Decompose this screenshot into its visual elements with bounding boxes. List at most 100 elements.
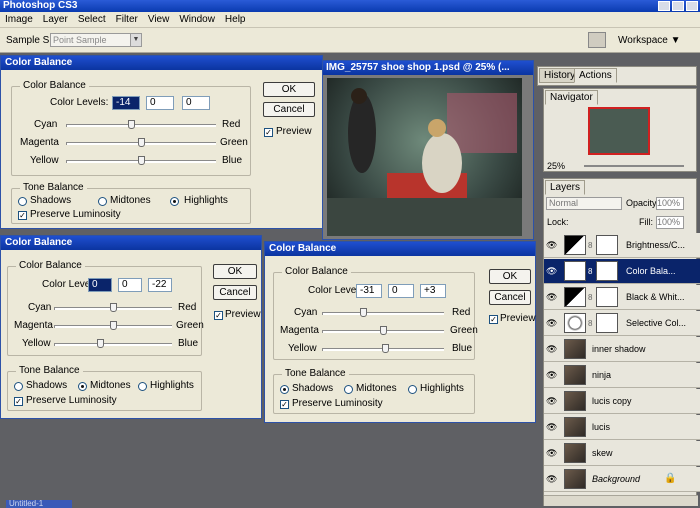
options-bar: Sample Size: Point Sample ▼ Workspace ▼ xyxy=(0,28,700,53)
color-level-yellow-blue[interactable]: -22 xyxy=(148,278,172,292)
chain-icon: 8 xyxy=(588,293,593,302)
midtones-label: Midtones xyxy=(356,383,397,394)
color-balance-dialog-shadows[interactable]: Color Balance Color Balance Color Levels… xyxy=(264,241,536,423)
cyan-red-slider-thumb[interactable] xyxy=(127,120,135,129)
midtones-radio[interactable] xyxy=(344,385,353,394)
yellow-blue-slider-track[interactable] xyxy=(54,343,172,346)
layer-row[interactable]: 👁 8 Selective Col... xyxy=(544,311,700,336)
eye-icon[interactable]: 👁 xyxy=(546,318,557,329)
tab-actions[interactable]: Actions xyxy=(574,68,617,83)
document-canvas[interactable] xyxy=(327,78,522,236)
preserve-luminosity-label: Preserve Luminosity xyxy=(292,398,383,409)
midtones-radio[interactable] xyxy=(78,382,87,391)
minimize-button[interactable] xyxy=(658,1,670,11)
blend-mode-select[interactable]: Normal xyxy=(546,197,622,210)
preview-checkbox[interactable]: ✓ xyxy=(264,128,273,137)
yellow-blue-slider-thumb[interactable] xyxy=(97,339,105,348)
eye-icon[interactable]: 👁 xyxy=(546,448,557,459)
menu-layer[interactable]: Layer xyxy=(38,14,73,25)
menu-window[interactable]: Window xyxy=(174,14,220,25)
layer-row[interactable]: 👁 skew xyxy=(544,441,700,466)
shadows-radio[interactable] xyxy=(14,382,23,391)
preserve-luminosity-checkbox[interactable]: ✓ xyxy=(18,211,27,220)
navigator-zoom-value[interactable]: 25% xyxy=(547,161,565,171)
shadows-radio[interactable] xyxy=(280,385,289,394)
shadows-radio[interactable] xyxy=(18,197,27,206)
midtones-radio[interactable] xyxy=(98,197,107,206)
color-level-cyan-red[interactable]: -31 xyxy=(356,284,382,298)
eye-icon[interactable]: 👁 xyxy=(546,292,557,303)
eye-icon[interactable]: 👁 xyxy=(546,370,557,381)
color-level-magenta-green[interactable]: 0 xyxy=(388,284,414,298)
eye-icon[interactable]: 👁 xyxy=(546,422,557,433)
workspace-button[interactable]: Workspace ▼ xyxy=(618,35,681,46)
layer-row[interactable]: 👁 inner shadow xyxy=(544,337,700,362)
layer-thumbnail xyxy=(564,287,586,307)
menu-select[interactable]: Select xyxy=(73,14,111,25)
eye-icon[interactable]: 👁 xyxy=(546,240,557,251)
close-button[interactable] xyxy=(686,1,698,11)
magenta-green-slider-thumb[interactable] xyxy=(380,326,387,335)
eye-icon[interactable]: 👁 xyxy=(546,266,557,277)
highlights-radio[interactable] xyxy=(138,382,147,391)
highlights-radio[interactable] xyxy=(170,197,179,206)
navigator-zoom-slider[interactable] xyxy=(584,165,684,167)
layer-row[interactable]: 👁 lucis xyxy=(544,415,700,440)
maximize-button[interactable] xyxy=(672,1,684,11)
preview-checkbox[interactable]: ✓ xyxy=(214,311,223,320)
highlights-radio[interactable] xyxy=(408,385,417,394)
eye-icon[interactable]: 👁 xyxy=(546,344,557,355)
menu-filter[interactable]: Filter xyxy=(111,14,143,25)
color-level-magenta-green[interactable]: 0 xyxy=(118,278,142,292)
color-level-cyan-red[interactable]: -14 xyxy=(112,96,140,110)
color-balance-dialog-highlights[interactable]: Color Balance Color Balance Color Levels… xyxy=(0,55,323,229)
layer-row[interactable]: 👁 Background 🔒 xyxy=(544,467,700,492)
cyan-red-slider-thumb[interactable] xyxy=(360,308,368,317)
cyan-red-slider-track[interactable] xyxy=(66,124,216,127)
cyan-red-slider-track[interactable] xyxy=(322,312,444,315)
cyan-red-slider-thumb[interactable] xyxy=(110,303,117,312)
tab-layers[interactable]: Layers xyxy=(545,180,586,195)
menu-help[interactable]: Help xyxy=(220,14,251,25)
magenta-green-slider-thumb[interactable] xyxy=(110,321,117,330)
ok-button[interactable]: OK xyxy=(489,269,531,284)
menu-image[interactable]: Image xyxy=(0,14,38,25)
layer-row[interactable]: 👁 8 Color Bala... xyxy=(544,259,700,284)
eye-icon[interactable]: 👁 xyxy=(546,474,557,485)
preserve-luminosity-checkbox[interactable]: ✓ xyxy=(280,400,289,409)
preview-checkbox[interactable]: ✓ xyxy=(489,315,498,324)
yellow-blue-slider-thumb[interactable] xyxy=(138,156,145,165)
ok-button[interactable]: OK xyxy=(263,82,315,97)
sample-size-select[interactable]: Point Sample ▼ xyxy=(50,33,142,47)
layer-row[interactable]: 👁 lucis copy xyxy=(544,389,700,414)
yellow-blue-slider-thumb[interactable] xyxy=(382,344,390,353)
color-level-cyan-red[interactable]: 0 xyxy=(88,278,112,292)
layers-footer xyxy=(544,495,698,506)
navigator-thumbnail[interactable] xyxy=(588,107,650,155)
layer-row[interactable]: 👁 8 Brightness/C... xyxy=(544,233,700,258)
color-balance-dialog-midtones[interactable]: Color Balance Color Balance Color Levels… xyxy=(0,235,262,419)
color-level-yellow-blue[interactable]: 0 xyxy=(182,96,210,110)
magenta-green-slider-thumb[interactable] xyxy=(138,138,145,147)
layer-thumbnail xyxy=(564,443,586,463)
menu-view[interactable]: View xyxy=(143,14,175,25)
tab-navigator[interactable]: Navigator xyxy=(545,90,598,105)
layer-row[interactable]: 👁 ninja xyxy=(544,363,700,388)
cancel-button[interactable]: Cancel xyxy=(489,290,531,305)
layer-row[interactable]: 👁 8 Black & Whit... xyxy=(544,285,700,310)
eye-icon[interactable]: 👁 xyxy=(546,396,557,407)
cancel-button[interactable]: Cancel xyxy=(263,102,315,117)
color-level-yellow-blue[interactable]: +3 xyxy=(420,284,446,298)
ok-button[interactable]: OK xyxy=(213,264,257,279)
magenta-label: Magenta xyxy=(280,325,319,336)
color-level-magenta-green[interactable]: 0 xyxy=(146,96,174,110)
group-label: Tone Balance xyxy=(282,368,349,379)
document-window[interactable]: IMG_25757 shoe shop 1.psd @ 25% (... xyxy=(322,60,534,240)
opacity-value[interactable]: 100% xyxy=(656,197,684,210)
preserve-luminosity-checkbox[interactable]: ✓ xyxy=(14,397,23,406)
minimized-document[interactable]: Untitled-1 xyxy=(6,500,72,508)
fill-value[interactable]: 100% xyxy=(656,216,684,229)
cancel-button[interactable]: Cancel xyxy=(213,285,257,300)
tool-preset-icon[interactable] xyxy=(588,32,606,48)
chevron-down-icon: ▼ xyxy=(130,34,141,46)
